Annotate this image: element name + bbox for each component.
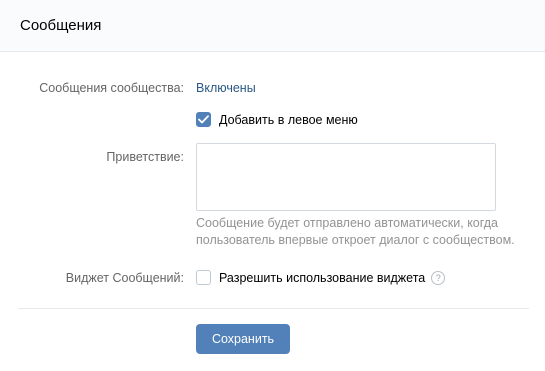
widget-checkbox-row[interactable]: Разрешить использование виджета ? <box>196 270 446 285</box>
left-menu-checkbox-label: Добавить в левое меню <box>219 112 358 127</box>
form-divider <box>18 308 529 309</box>
widget-checkbox[interactable] <box>196 270 211 285</box>
left-menu-checkbox-row[interactable]: Добавить в левое меню <box>196 112 358 127</box>
page-title: Сообщения <box>20 17 102 34</box>
question-circle-icon[interactable]: ? <box>431 270 446 285</box>
greeting-label: Приветствие: <box>106 150 184 164</box>
widget-label: Виджет Сообщений: <box>65 271 184 285</box>
save-button[interactable]: Сохранить <box>196 324 290 354</box>
greeting-textarea[interactable] <box>196 143 496 211</box>
widget-checkbox-label: Разрешить использование виджета <box>219 270 426 285</box>
checkmark-icon <box>198 115 209 124</box>
panel-header: Сообщения <box>0 0 545 52</box>
messages-settings-panel: Сообщения Сообщения сообщества: Включены… <box>0 0 545 371</box>
community-messages-status-link[interactable]: Включены <box>196 81 256 95</box>
community-messages-label: Сообщения сообщества: <box>39 81 184 95</box>
greeting-hint: Сообщение будет отправлено автоматически… <box>196 216 515 247</box>
left-menu-checkbox[interactable] <box>196 112 211 127</box>
